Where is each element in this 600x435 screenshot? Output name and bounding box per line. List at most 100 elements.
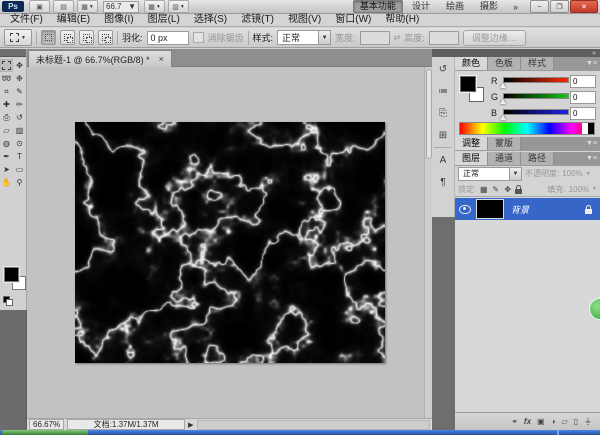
history-panel-icon[interactable]: ↺ — [434, 60, 453, 79]
bridge-launcher-icon[interactable]: ▣ — [29, 0, 50, 13]
clone-source-panel-icon[interactable]: ⎘ — [434, 104, 453, 123]
hand-tool[interactable]: ✋ — [0, 176, 13, 189]
lock-image-pixels-icon[interactable]: ✎ — [491, 185, 500, 194]
subtract-from-selection-button[interactable] — [79, 30, 94, 45]
shape-tool[interactable]: ▭ — [13, 163, 26, 176]
fill-value[interactable]: 100% — [569, 185, 589, 194]
tab-色板[interactable]: 色板 — [488, 57, 521, 70]
pen-tool[interactable]: ✒ — [0, 150, 13, 163]
lock-transparent-pixels-icon[interactable]: ▦ — [479, 185, 488, 194]
screen-mode-icon[interactable]: ▥▼ — [168, 0, 189, 13]
toolbox-grip[interactable] — [0, 49, 26, 57]
layer-comps-panel-icon[interactable]: ⊞ — [434, 126, 453, 145]
crop-tool[interactable]: ⌗ — [0, 85, 13, 98]
layer-thumbnail[interactable] — [476, 199, 504, 219]
mini-bridge-icon[interactable]: ▤ — [53, 0, 74, 13]
character-panel-icon[interactable]: A — [434, 151, 453, 170]
layer-visibility-eye-icon[interactable] — [459, 205, 471, 214]
panel-menu-icon[interactable]: ▼≡ — [586, 57, 600, 70]
channel-value-B[interactable]: 0 — [570, 107, 596, 120]
channel-value-G[interactable]: 0 — [570, 91, 596, 104]
restore-button[interactable]: ❐ — [550, 0, 569, 13]
tab-调整[interactable]: 调整 — [455, 137, 488, 150]
vertical-scrollbar[interactable] — [424, 67, 432, 418]
type-tool[interactable]: T — [13, 150, 26, 163]
path-selection-tool[interactable]: ➤ — [0, 163, 13, 176]
document-tab[interactable]: 未标题-1 @ 66.7%(RGB/8) * × — [28, 50, 172, 67]
delete-layer-button[interactable]: ⏚ — [584, 417, 592, 427]
clone-stamp-tool[interactable]: ⎙ — [0, 111, 13, 124]
default-colors-icon[interactable] — [3, 296, 12, 305]
zoom-level-control[interactable]: 66.7 ▼ — [103, 1, 139, 13]
menu-item-7[interactable]: 窗口(W) — [328, 14, 378, 26]
tool-preset-picker[interactable]: ▼ — [4, 29, 32, 46]
opacity-value[interactable]: 100% — [562, 169, 582, 178]
eyedropper-tool[interactable]: ✎ — [13, 85, 26, 98]
workspace-button-3[interactable]: 摄影 — [473, 0, 505, 13]
add-layer-mask-button[interactable]: ▣ — [537, 417, 545, 427]
height-input[interactable] — [429, 31, 459, 45]
link-dimensions-icon[interactable]: ⇄ — [394, 33, 401, 42]
channel-slider-B[interactable] — [503, 109, 569, 115]
menu-item-0[interactable]: 文件(F) — [3, 14, 50, 26]
feather-input[interactable]: 0 px — [147, 31, 189, 45]
workspace-button-2[interactable]: 绘画 — [439, 0, 471, 13]
tab-样式[interactable]: 样式 — [521, 57, 554, 70]
foreground-color-swatch[interactable] — [4, 267, 19, 282]
new-selection-button[interactable] — [41, 30, 56, 45]
close-tab-icon[interactable]: × — [159, 55, 164, 64]
blend-mode-select[interactable]: 正常 ▼ — [458, 167, 522, 181]
spot-healing-brush-tool[interactable]: ✚ — [0, 98, 13, 111]
workspace-button-1[interactable]: 设计 — [405, 0, 437, 13]
paragraph-panel-icon[interactable]: ¶ — [434, 173, 453, 192]
new-layer-button[interactable]: ▯ — [574, 417, 578, 427]
menu-item-3[interactable]: 图层(L) — [141, 14, 187, 26]
panel-menu-icon[interactable]: ▼≡ — [586, 152, 600, 165]
minimize-button[interactable]: – — [530, 0, 549, 13]
status-menu-arrow-icon[interactable]: ▶ — [188, 421, 193, 429]
channel-slider-thumb-B[interactable] — [500, 115, 506, 120]
brush-tool[interactable]: ✏ — [13, 98, 26, 111]
workspace-button-0[interactable]: 基本功能 — [353, 0, 403, 13]
menu-item-1[interactable]: 编辑(E) — [50, 14, 97, 26]
panel-menu-icon[interactable]: ▼≡ — [586, 137, 600, 150]
link-layers-button[interactable]: ⚭ — [511, 417, 518, 427]
new-group-button[interactable]: ▱ — [561, 417, 567, 427]
style-select[interactable]: 正常 ▼ — [277, 30, 331, 45]
menu-item-6[interactable]: 视图(V) — [281, 14, 328, 26]
black-swatch[interactable] — [588, 123, 594, 134]
gradient-tool[interactable]: ▨ — [13, 124, 26, 137]
color-spectrum-ramp[interactable] — [459, 122, 595, 135]
channel-slider-G[interactable] — [503, 93, 569, 99]
lock-position-icon[interactable]: ✥ — [503, 185, 512, 194]
tab-图层[interactable]: 图层 — [455, 152, 488, 165]
anti-alias-checkbox[interactable] — [193, 32, 204, 43]
eraser-tool[interactable]: ▱ — [0, 124, 13, 137]
channel-slider-thumb-G[interactable] — [500, 99, 506, 104]
history-brush-tool[interactable]: ↺ — [13, 111, 26, 124]
tab-颜色[interactable]: 颜色 — [455, 57, 488, 70]
view-extras-icon[interactable]: ▦▼ — [77, 0, 98, 13]
menu-item-8[interactable]: 帮助(H) — [378, 14, 426, 26]
new-adjustment-layer-button[interactable]: ◑ — [551, 417, 556, 427]
menu-item-4[interactable]: 选择(S) — [187, 14, 234, 26]
tab-通道[interactable]: 通道 — [488, 152, 521, 165]
brush-presets-panel-icon[interactable]: ≔ — [434, 82, 453, 101]
close-button[interactable]: ✕ — [570, 0, 598, 13]
zoom-tool[interactable]: ⚲ — [13, 176, 26, 189]
rectangular-marquee-tool[interactable] — [0, 59, 13, 72]
document-canvas[interactable] — [75, 122, 385, 363]
width-input[interactable] — [360, 31, 390, 45]
channel-slider-thumb-R[interactable] — [500, 83, 506, 88]
status-zoom-field[interactable]: 66.67% — [29, 419, 64, 430]
dodge-tool[interactable]: ⊙ — [13, 137, 26, 150]
tab-路径[interactable]: 路径 — [521, 152, 554, 165]
quick-selection-tool[interactable]: ❉ — [13, 72, 26, 85]
add-to-selection-button[interactable] — [60, 30, 75, 45]
foreground-color-swatch[interactable] — [460, 76, 476, 92]
arrange-documents-icon[interactable]: ▦▼ — [144, 0, 165, 13]
layer-style-button[interactable]: fx — [524, 417, 531, 427]
intersect-selection-button[interactable] — [98, 30, 113, 45]
horizontal-scrollbar[interactable] — [197, 420, 430, 430]
lasso-tool[interactable]: ➿ — [0, 72, 13, 85]
